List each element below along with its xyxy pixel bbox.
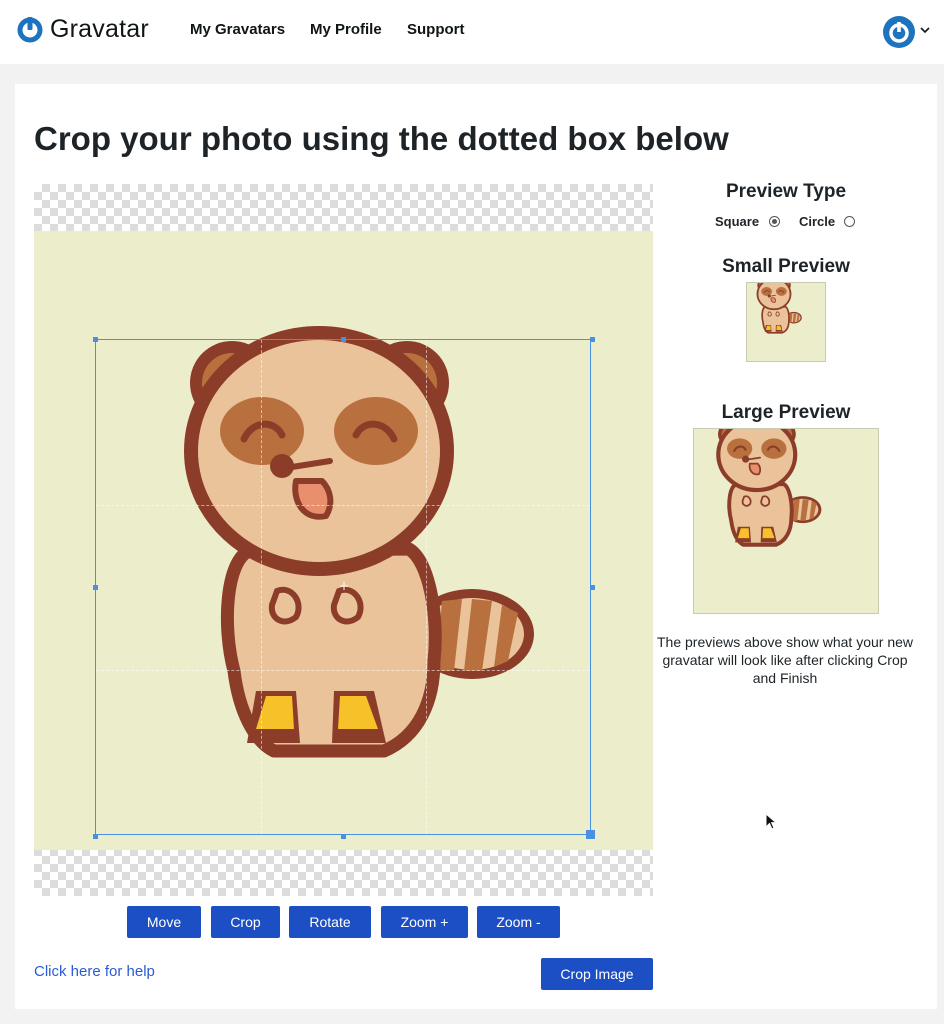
help-link[interactable]: Click here for help xyxy=(34,963,155,980)
brand-name[interactable]: Gravatar xyxy=(50,15,149,44)
preview-type-options: Square Circle xyxy=(666,212,906,232)
square-radio[interactable] xyxy=(769,216,780,227)
small-preview-heading: Small Preview xyxy=(722,256,850,277)
resize-handle-bottom[interactable] xyxy=(341,834,346,839)
preview-type-heading: Preview Type xyxy=(725,181,847,202)
square-option-label[interactable]: Square xyxy=(715,214,759,229)
crop-guide-line xyxy=(96,505,590,506)
page-title: Crop your photo using the dotted box bel… xyxy=(34,120,729,157)
crop-guide-line xyxy=(96,670,590,671)
crop-image-button[interactable]: Crop Image xyxy=(541,958,653,990)
crop-card: Crop your photo using the dotted box bel… xyxy=(15,84,937,1009)
chevron-down-icon xyxy=(920,27,930,34)
user-avatar-menu[interactable] xyxy=(882,15,934,49)
resize-handle-right[interactable] xyxy=(590,585,595,590)
photo xyxy=(34,231,653,850)
move-button[interactable]: Move xyxy=(127,906,201,938)
top-navigation: Gravatar My Gravatars My Profile Support xyxy=(0,0,944,64)
resize-handle-top[interactable] xyxy=(341,337,346,342)
small-preview xyxy=(746,282,826,362)
crop-center-icon xyxy=(340,582,348,590)
resize-handle-left[interactable] xyxy=(93,585,98,590)
resize-handle-bottom-right[interactable] xyxy=(586,830,595,839)
nav-my-profile[interactable]: My Profile xyxy=(310,21,382,38)
small-preview-image xyxy=(747,283,826,362)
nav-my-gravatars[interactable]: My Gravatars xyxy=(190,21,285,38)
gravatar-logo-icon[interactable] xyxy=(16,16,44,44)
crop-selection-box[interactable] xyxy=(93,337,595,839)
crop-button[interactable]: Crop xyxy=(211,906,280,938)
crop-guide-line xyxy=(426,340,427,834)
large-preview-heading: Large Preview xyxy=(721,402,851,423)
circle-option-label[interactable]: Circle xyxy=(799,214,835,229)
crop-canvas[interactable] xyxy=(34,184,653,896)
crop-guide-line xyxy=(261,340,262,834)
preview-note: The previews above show what your new gr… xyxy=(656,634,914,686)
zoom-in-button[interactable]: Zoom + xyxy=(381,906,468,938)
rotate-button[interactable]: Rotate xyxy=(289,906,371,938)
resize-handle-top-left[interactable] xyxy=(93,337,98,342)
circle-radio[interactable] xyxy=(844,216,855,227)
resize-handle-top-right[interactable] xyxy=(590,337,595,342)
large-preview xyxy=(693,428,879,614)
mouse-cursor-icon xyxy=(765,813,777,830)
large-preview-image xyxy=(694,429,879,614)
avatar xyxy=(883,16,915,48)
resize-handle-bottom-left[interactable] xyxy=(93,834,98,839)
nav-support[interactable]: Support xyxy=(407,21,465,38)
zoom-out-button[interactable]: Zoom - xyxy=(477,906,560,938)
